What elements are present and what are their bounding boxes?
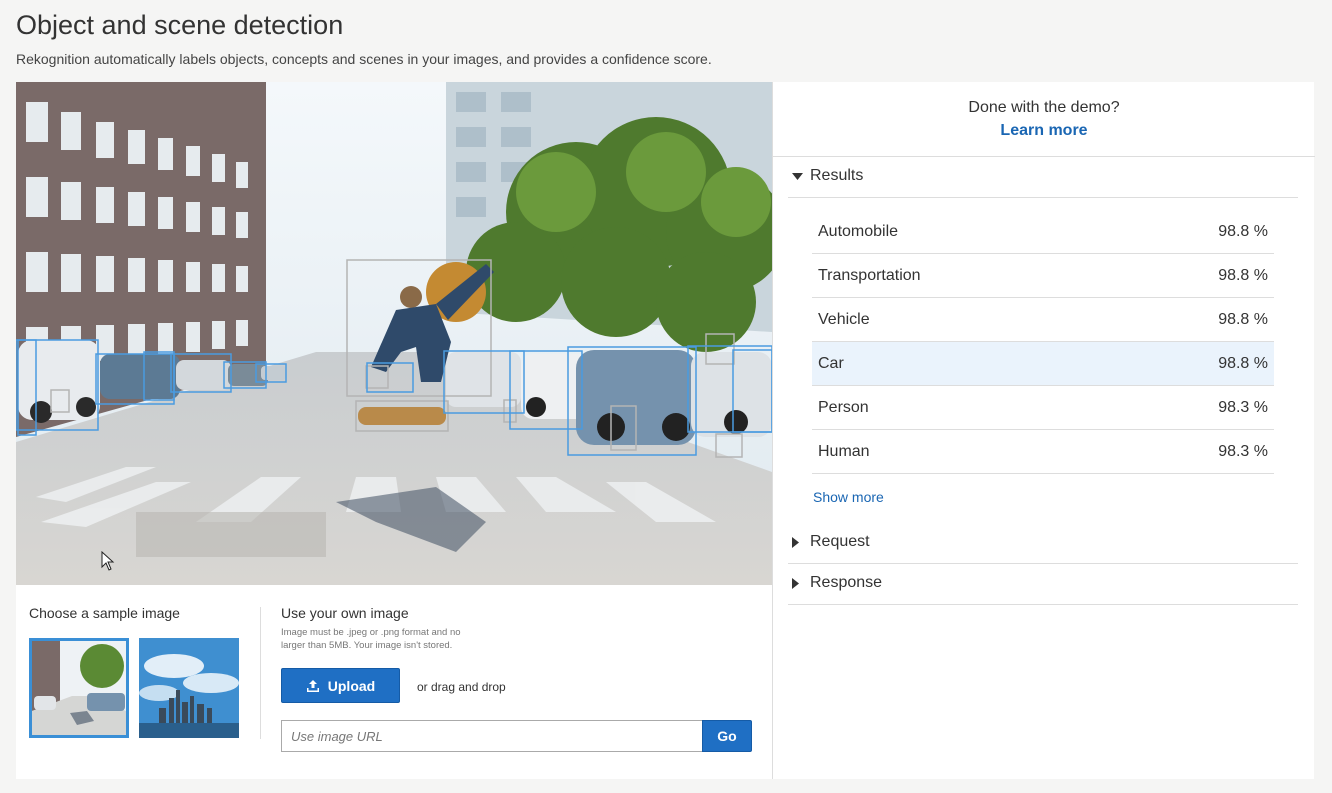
result-row[interactable]: Automobile 98.8 % xyxy=(812,210,1274,254)
result-row-highlighted[interactable]: Car 98.8 % xyxy=(812,342,1274,386)
results-section-label: Results xyxy=(810,167,864,184)
request-section-label: Request xyxy=(810,533,870,550)
sample-thumbnail-street[interactable] xyxy=(29,638,129,738)
result-label: Person xyxy=(818,398,869,416)
show-more-link[interactable]: Show more xyxy=(813,489,884,505)
caret-right-icon xyxy=(788,577,810,589)
own-image-note: Image must be .jpeg or .png format and n… xyxy=(281,627,461,651)
learn-more-link[interactable]: Learn more xyxy=(773,122,1315,140)
mouse-cursor-icon xyxy=(101,551,115,571)
result-confidence: 98.8 % xyxy=(1218,354,1268,372)
done-with-demo-text: Done with the demo? xyxy=(968,99,1120,116)
results-table: Automobile 98.8 % Transportation 98.8 % … xyxy=(812,210,1274,474)
result-confidence: 98.8 % xyxy=(1218,266,1268,284)
skyline-thumbnail-image xyxy=(139,638,239,738)
demo-left-panel: Choose a sample image Use your own image… xyxy=(16,82,772,779)
results-section-header[interactable]: Results xyxy=(788,156,1298,196)
image-url-input[interactable] xyxy=(281,720,702,752)
result-label: Automobile xyxy=(818,222,899,240)
image-picker-area: Choose a sample image Use your own image… xyxy=(16,585,772,779)
result-row[interactable]: Vehicle 98.8 % xyxy=(812,298,1274,342)
result-confidence: 98.3 % xyxy=(1218,442,1268,460)
page-title: Object and scene detection xyxy=(16,10,344,40)
request-section-header[interactable]: Request xyxy=(788,522,1298,562)
go-button[interactable]: Go xyxy=(702,720,752,752)
result-row[interactable]: Human 98.3 % xyxy=(812,430,1274,474)
street-thumbnail-image xyxy=(32,641,126,735)
response-section-label: Response xyxy=(810,574,883,591)
detection-image xyxy=(16,82,772,585)
picker-divider xyxy=(260,607,261,739)
upload-icon xyxy=(306,679,319,692)
sample-images-title: Choose a sample image xyxy=(29,605,180,621)
result-label: Transportation xyxy=(818,266,921,284)
caret-down-icon xyxy=(788,172,810,180)
response-section-divider xyxy=(788,604,1298,605)
street-scene-image xyxy=(16,82,772,585)
page-subtitle: Rekognition automatically labels objects… xyxy=(16,51,712,67)
caret-right-icon xyxy=(788,536,810,548)
sample-thumbnail-skyline[interactable] xyxy=(139,638,239,738)
result-label: Vehicle xyxy=(818,310,870,328)
upload-button-label: Upload xyxy=(327,677,376,694)
result-label: Human xyxy=(818,442,870,460)
result-row[interactable]: Person 98.3 % xyxy=(812,386,1274,430)
result-row[interactable]: Transportation 98.8 % xyxy=(812,254,1274,298)
result-confidence: 98.8 % xyxy=(1218,310,1268,328)
results-panel: Done with the demo? Learn more Results A… xyxy=(772,82,1315,779)
upload-button[interactable]: Upload xyxy=(281,668,400,703)
results-section-divider xyxy=(788,197,1298,198)
drag-drop-text: or drag and drop xyxy=(417,680,506,694)
response-section-header[interactable]: Response xyxy=(788,563,1298,603)
result-confidence: 98.3 % xyxy=(1218,398,1268,416)
result-label: Car xyxy=(818,354,844,372)
own-image-title: Use your own image xyxy=(281,605,409,621)
result-confidence: 98.8 % xyxy=(1218,222,1268,240)
